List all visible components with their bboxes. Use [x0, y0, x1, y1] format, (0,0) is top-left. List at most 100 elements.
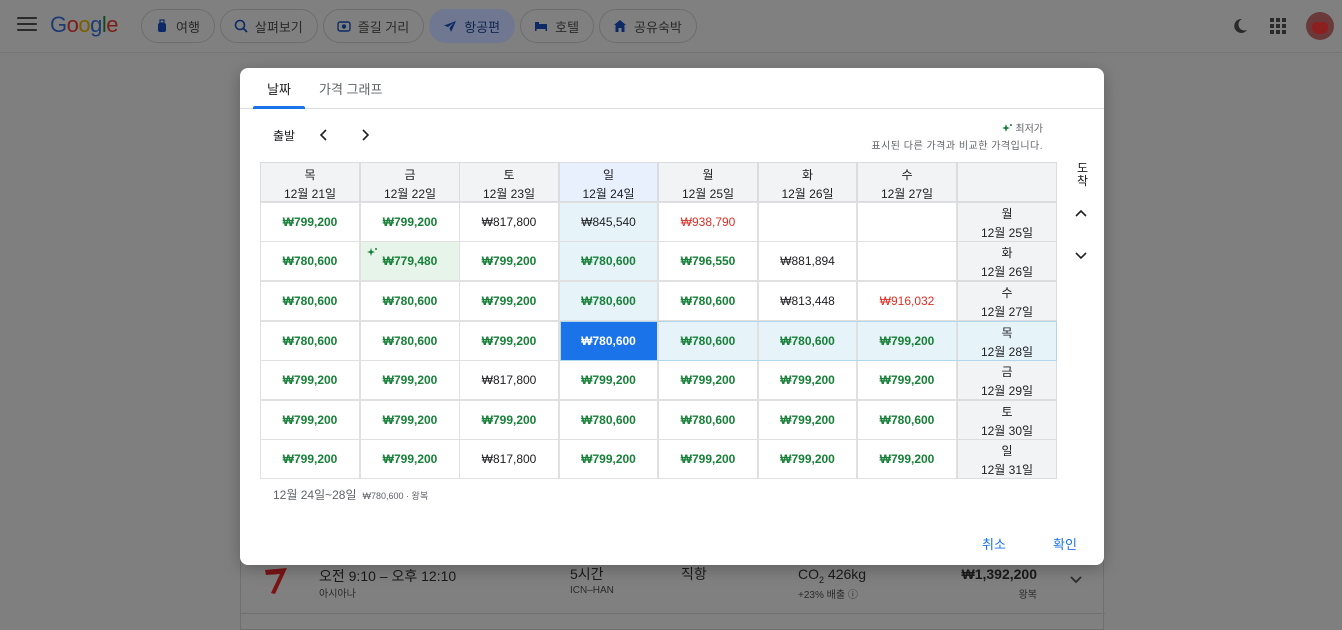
price-cell[interactable]: ₩780,600 — [559, 241, 658, 281]
row-weekday: 화 — [1001, 246, 1013, 260]
price-cell[interactable]: ₩799,200 — [857, 439, 957, 479]
price-cell[interactable]: ₩799,200 — [360, 360, 460, 400]
price-cell[interactable]: ₩938,790 — [658, 202, 758, 242]
prev-chevron-icon[interactable] — [315, 126, 333, 144]
price-cell[interactable]: ₩799,200 — [360, 400, 460, 440]
row-header[interactable]: 월 12월 25일 — [957, 202, 1057, 242]
dark-mode-icon[interactable] — [1232, 18, 1248, 34]
confirm-button[interactable]: 확인 — [1053, 534, 1077, 553]
column-weekday: 수 — [901, 168, 913, 182]
price-cell[interactable]: ₩799,200 — [459, 400, 559, 440]
price-cell[interactable]: ₩780,600 — [857, 400, 957, 440]
chip-house[interactable]: 공유숙박 — [599, 9, 697, 43]
price-cell[interactable]: ₩799,200 — [459, 321, 559, 361]
price-cell[interactable]: ₩817,800 — [459, 202, 559, 242]
row-header[interactable]: 수 12월 27일 — [957, 281, 1057, 321]
next-chevron-icon[interactable] — [356, 126, 374, 144]
price-value: ₩916,032 — [879, 294, 935, 308]
price-cell[interactable]: ₩799,200 — [360, 202, 460, 242]
chip-explore[interactable]: 살펴보기 — [219, 9, 318, 43]
cancel-button[interactable]: 취소 — [982, 534, 1006, 553]
expand-chevron-icon[interactable] — [1069, 572, 1083, 586]
chip-bed[interactable]: 호텔 — [520, 9, 595, 43]
avatar[interactable] — [1306, 12, 1334, 40]
price-cell[interactable]: ₩799,200 — [857, 321, 957, 361]
price-cell[interactable]: ₩881,894 — [758, 241, 857, 281]
price-cell[interactable]: ₩845,540 — [559, 202, 658, 242]
price-cell[interactable] — [857, 241, 957, 281]
row-header[interactable]: 토 12월 30일 — [957, 400, 1057, 440]
price-cell[interactable]: ₩780,600 — [360, 321, 460, 361]
price-cell[interactable]: ₩799,200 — [559, 439, 658, 479]
price-cell[interactable]: ₩813,448 — [758, 281, 857, 321]
apps-grid-icon[interactable] — [1270, 18, 1286, 34]
price-cell[interactable]: ₩780,600 — [658, 281, 758, 321]
chip-label: 항공편 — [464, 19, 501, 35]
chip-camera[interactable]: 즐길 거리 — [322, 9, 425, 43]
row-header[interactable]: 화 12월 26일 — [957, 241, 1057, 281]
price-value: ₩817,800 — [481, 452, 537, 466]
price-cell[interactable]: ₩799,200 — [559, 360, 658, 400]
google-logo[interactable]: Google — [50, 12, 119, 38]
price-cell[interactable]: ₩799,200 — [260, 400, 360, 440]
price-cell[interactable]: ₩799,200 — [260, 360, 360, 400]
price-value: ₩780,600 — [581, 254, 636, 268]
price-cell[interactable] — [857, 202, 957, 242]
price-cell[interactable]: ₩799,200 — [758, 439, 857, 479]
row-weekday: 월 — [1001, 207, 1013, 221]
price-cell[interactable]: ₩780,600 — [559, 281, 658, 321]
tab-price-graph[interactable]: 가격 그래프 — [319, 79, 382, 98]
column-header[interactable]: 일 12월 24일 — [559, 162, 658, 202]
price-cell[interactable]: ₩779,480 — [360, 241, 460, 281]
price-cell[interactable]: ₩799,200 — [260, 439, 360, 479]
row-weekday: 토 — [1001, 405, 1013, 419]
legend-subtitle: 표시된 다른 가격과 비교한 가격입니다. — [871, 141, 1043, 152]
price-value: ₩938,790 — [680, 215, 736, 229]
price-cell[interactable]: ₩780,600 — [260, 281, 360, 321]
tab-dates[interactable]: 날짜 — [267, 79, 291, 98]
price-cell[interactable]: ₩780,600 — [658, 321, 758, 361]
price-value: ₩799,200 — [481, 334, 537, 348]
price-value: ₩780,600 — [581, 413, 636, 427]
price-cell[interactable]: ₩796,550 — [658, 241, 758, 281]
scroll-down-icon[interactable] — [1073, 247, 1089, 263]
price-cell[interactable]: ₩780,600 — [559, 400, 658, 440]
column-header[interactable]: 금 12월 22일 — [360, 162, 460, 202]
column-header[interactable]: 토 12월 23일 — [459, 162, 559, 202]
price-cell[interactable]: ₩799,200 — [658, 360, 758, 400]
price-cell[interactable]: ₩799,200 — [459, 241, 559, 281]
price-value: ₩799,200 — [680, 373, 736, 387]
chip-luggage[interactable]: 여행 — [141, 9, 215, 43]
row-header[interactable]: 일 12월 31일 — [957, 439, 1057, 479]
price-cell[interactable]: ₩780,600 — [360, 281, 460, 321]
price-cell[interactable]: ₩780,600 — [260, 241, 360, 281]
chip-label: 즐길 거리 — [357, 19, 410, 35]
price-cell[interactable]: ₩780,600 — [559, 321, 658, 361]
scroll-up-icon[interactable] — [1073, 206, 1089, 222]
column-header[interactable]: 목 12월 21일 — [260, 162, 360, 202]
price-cell[interactable]: ₩799,200 — [758, 360, 857, 400]
price-cell[interactable]: ₩799,200 — [260, 202, 360, 242]
price-cell[interactable]: ₩799,200 — [857, 360, 957, 400]
price-cell[interactable]: ₩817,800 — [459, 439, 559, 479]
price-cell[interactable]: ₩799,200 — [459, 281, 559, 321]
row-header[interactable]: 금 12월 29일 — [957, 360, 1057, 400]
top-app-bar: Google 여행 살펴보기 즐길 거리 항공편 호텔 공유숙박 — [0, 0, 1342, 53]
price-cell[interactable]: ₩780,600 — [758, 321, 857, 361]
price-cell[interactable]: ₩916,032 — [857, 281, 957, 321]
price-cell[interactable]: ₩780,600 — [260, 321, 360, 361]
row-header[interactable]: 목 12월 28일 — [957, 321, 1057, 361]
column-header[interactable]: 월 12월 25일 — [658, 162, 758, 202]
price-cell[interactable]: ₩799,200 — [758, 400, 857, 440]
column-header[interactable]: 화 12월 26일 — [758, 162, 857, 202]
price-cell[interactable]: ₩817,800 — [459, 360, 559, 400]
menu-icon[interactable] — [17, 17, 37, 33]
price-cell[interactable]: ₩799,200 — [658, 439, 758, 479]
price-value: ₩799,200 — [879, 452, 935, 466]
chip-airplane[interactable]: 항공편 — [429, 9, 516, 43]
price-cell[interactable] — [758, 202, 857, 242]
price-cell[interactable]: ₩799,200 — [360, 439, 460, 479]
price-cell[interactable]: ₩780,600 — [658, 400, 758, 440]
column-date: 12월 22일 — [383, 187, 437, 201]
column-header[interactable]: 수 12월 27일 — [857, 162, 957, 202]
